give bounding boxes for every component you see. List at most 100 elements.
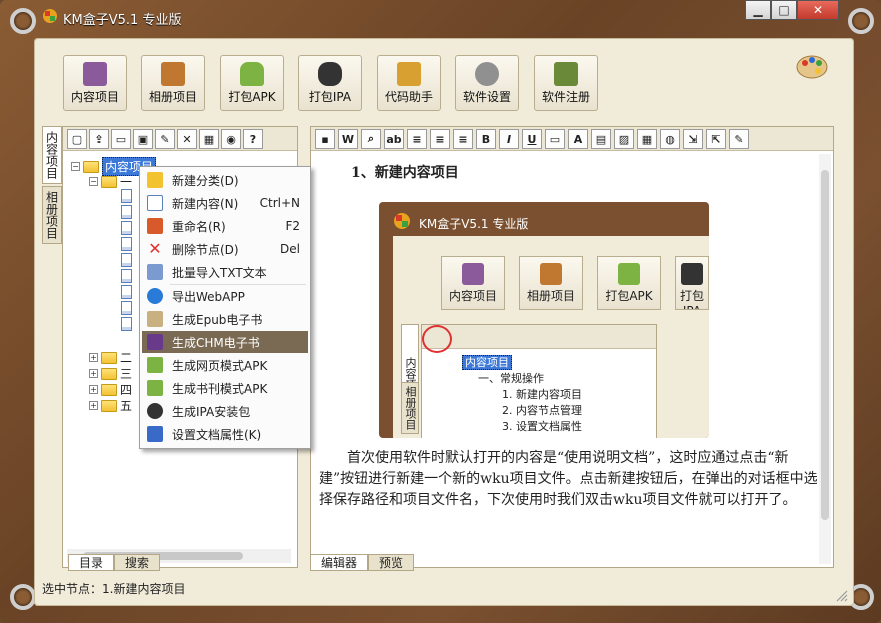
expand-icon[interactable]: + bbox=[89, 369, 98, 378]
tree-leaf[interactable] bbox=[121, 189, 132, 203]
title-bar[interactable]: KM盒子V5.1 专业版 ▁ □ ✕ bbox=[0, 0, 881, 30]
pack-apk-button[interactable]: 打包APK bbox=[220, 55, 284, 111]
document-icon bbox=[121, 237, 132, 251]
expand-icon[interactable]: + bbox=[89, 385, 98, 394]
monitor-icon[interactable]: ▣ bbox=[133, 129, 153, 149]
spell-icon[interactable]: ab bbox=[384, 129, 404, 149]
help-icon[interactable]: ? bbox=[243, 129, 263, 149]
menu-item-ipa[interactable]: 生成IPA安装包 bbox=[142, 400, 308, 422]
align-right-icon[interactable]: ≡ bbox=[453, 129, 473, 149]
android-icon bbox=[240, 62, 264, 86]
menu-item-new-category[interactable]: 新建分类(D) bbox=[142, 169, 308, 191]
tools-icon[interactable]: ✕ bbox=[177, 129, 197, 149]
tree-node-2[interactable]: + 二 bbox=[89, 349, 132, 366]
android-icon bbox=[147, 380, 163, 396]
screenshot-button: 相册项目 bbox=[519, 256, 583, 310]
content-project-button[interactable]: 内容项目 bbox=[63, 55, 127, 111]
menu-item-doc-properties[interactable]: 设置文档属性(K) bbox=[142, 423, 308, 445]
users-icon[interactable]: ◉ bbox=[221, 129, 241, 149]
tab-editor[interactable]: 编辑器 bbox=[310, 554, 369, 571]
word-icon[interactable]: W bbox=[338, 129, 358, 149]
web-icon[interactable]: ◍ bbox=[660, 129, 680, 149]
tree-node-4[interactable]: + 四 bbox=[89, 381, 132, 398]
close-button[interactable]: ✕ bbox=[797, 0, 839, 20]
menu-item-delete[interactable]: ✕ 删除节点(D) Del bbox=[142, 238, 308, 260]
tab-search[interactable]: 搜索 bbox=[114, 554, 161, 571]
tree-leaf[interactable] bbox=[121, 205, 132, 219]
menu-item-chm[interactable]: 生成CHM电子书 bbox=[142, 331, 308, 353]
tab-preview[interactable]: 预览 bbox=[368, 554, 415, 571]
find-icon[interactable]: ⌕ bbox=[361, 129, 381, 149]
italic-icon[interactable]: I bbox=[499, 129, 519, 149]
tree-leaf[interactable] bbox=[121, 237, 132, 251]
binder-ring-icon bbox=[848, 8, 874, 34]
pencil-note-icon bbox=[397, 62, 421, 86]
menu-item-new-content[interactable]: 新建内容(N) Ctrl+N bbox=[142, 192, 308, 214]
tree-toolbar: ▢ ⇪ ▭ ▣ ✎ ✕ ▦ ◉ ? bbox=[63, 127, 297, 151]
folder-icon bbox=[101, 175, 117, 188]
font-color-icon[interactable]: A bbox=[568, 129, 588, 149]
image-icon[interactable]: ▨ bbox=[614, 129, 634, 149]
tree-leaf[interactable] bbox=[121, 285, 132, 299]
save-icon[interactable]: ▪ bbox=[315, 129, 335, 149]
scroll-thumb[interactable] bbox=[821, 170, 829, 520]
video-icon[interactable]: ▤ bbox=[591, 129, 611, 149]
folder-open-icon[interactable]: ▭ bbox=[545, 129, 565, 149]
document-area[interactable]: 1、新建内容项目 KM盒子V5.1 专业版 内容项目 相册项目 打包APK 打包… bbox=[311, 152, 833, 567]
tab-album-project[interactable]: 相册项目 bbox=[42, 186, 62, 244]
palette-icon[interactable] bbox=[796, 54, 828, 80]
collapse-icon[interactable]: − bbox=[71, 162, 80, 171]
expand-icon[interactable]: + bbox=[89, 353, 98, 362]
tab-catalog[interactable]: 目录 bbox=[68, 554, 115, 571]
minimize-button[interactable]: ▁ bbox=[745, 0, 771, 20]
import-icon[interactable]: ⇪ bbox=[89, 129, 109, 149]
menu-item-rename[interactable]: 重命名(R) F2 bbox=[142, 215, 308, 237]
collapse-icon[interactable]: − bbox=[89, 177, 98, 186]
screenshot-toolbar bbox=[422, 325, 656, 349]
android-icon bbox=[147, 357, 163, 373]
tab-content-project[interactable]: 内容项目 bbox=[42, 126, 62, 184]
register-button[interactable]: 软件注册 bbox=[534, 55, 598, 111]
expand-icon[interactable]: + bbox=[89, 401, 98, 410]
album-project-button[interactable]: 相册项目 bbox=[141, 55, 205, 111]
tree-node-3[interactable]: + 三 bbox=[89, 365, 132, 382]
settings-button[interactable]: 软件设置 bbox=[455, 55, 519, 111]
vertical-scrollbar[interactable] bbox=[819, 154, 831, 564]
maximize-button[interactable]: □ bbox=[771, 0, 797, 20]
export-icon[interactable]: ⇱ bbox=[706, 129, 726, 149]
brush-icon[interactable]: ✎ bbox=[729, 129, 749, 149]
screenshot-button: 打包IPA bbox=[675, 256, 709, 310]
edit-icon[interactable]: ✎ bbox=[155, 129, 175, 149]
open-folder-icon[interactable]: ▭ bbox=[111, 129, 131, 149]
new-file-icon[interactable]: ▢ bbox=[67, 129, 87, 149]
screenshot-tab: 相册项目 bbox=[401, 382, 419, 434]
folder-icon bbox=[101, 399, 117, 412]
align-left-icon[interactable]: ≡ bbox=[407, 129, 427, 149]
menu-item-web-apk[interactable]: 生成网页模式APK bbox=[142, 354, 308, 376]
app-logo-icon bbox=[42, 8, 58, 24]
menu-item-book-apk[interactable]: 生成书刊模式APK bbox=[142, 377, 308, 399]
align-center-icon[interactable]: ≡ bbox=[430, 129, 450, 149]
pack-ipa-button[interactable]: 打包IPA bbox=[298, 55, 362, 111]
menu-item-epub[interactable]: 生成Epub电子书 bbox=[142, 308, 308, 330]
screenshot-button: 打包APK bbox=[597, 256, 661, 310]
resize-grip-icon[interactable] bbox=[836, 590, 848, 602]
tree-leaf[interactable] bbox=[121, 317, 132, 331]
editor-panel: ▪ W ⌕ ab ≡ ≡ ≡ B I U ▭ A ▤ ▨ ▦ ◍ ⇲ ⇱ ✎ 1… bbox=[310, 126, 834, 568]
tree-node-5[interactable]: + 五 bbox=[89, 397, 132, 414]
menu-item-import-txt[interactable]: 批量导入TXT文本 bbox=[142, 261, 308, 283]
insert-icon[interactable]: ⇲ bbox=[683, 129, 703, 149]
tree-leaf[interactable] bbox=[121, 301, 132, 315]
tree-leaf[interactable] bbox=[121, 221, 132, 235]
grid-icon[interactable]: ▦ bbox=[199, 129, 219, 149]
code-assistant-button[interactable]: 代码助手 bbox=[377, 55, 441, 111]
bold-icon[interactable]: B bbox=[476, 129, 496, 149]
folder-icon bbox=[101, 351, 117, 364]
tree-leaf[interactable] bbox=[121, 253, 132, 267]
underline-icon[interactable]: U bbox=[522, 129, 542, 149]
tree-node-1[interactable]: − 一 bbox=[89, 173, 132, 190]
window-title: KM盒子V5.1 专业版 bbox=[63, 13, 182, 28]
tree-leaf[interactable] bbox=[121, 269, 132, 283]
menu-item-export-webapp[interactable]: 导出WebAPP bbox=[142, 285, 308, 307]
table-icon[interactable]: ▦ bbox=[637, 129, 657, 149]
